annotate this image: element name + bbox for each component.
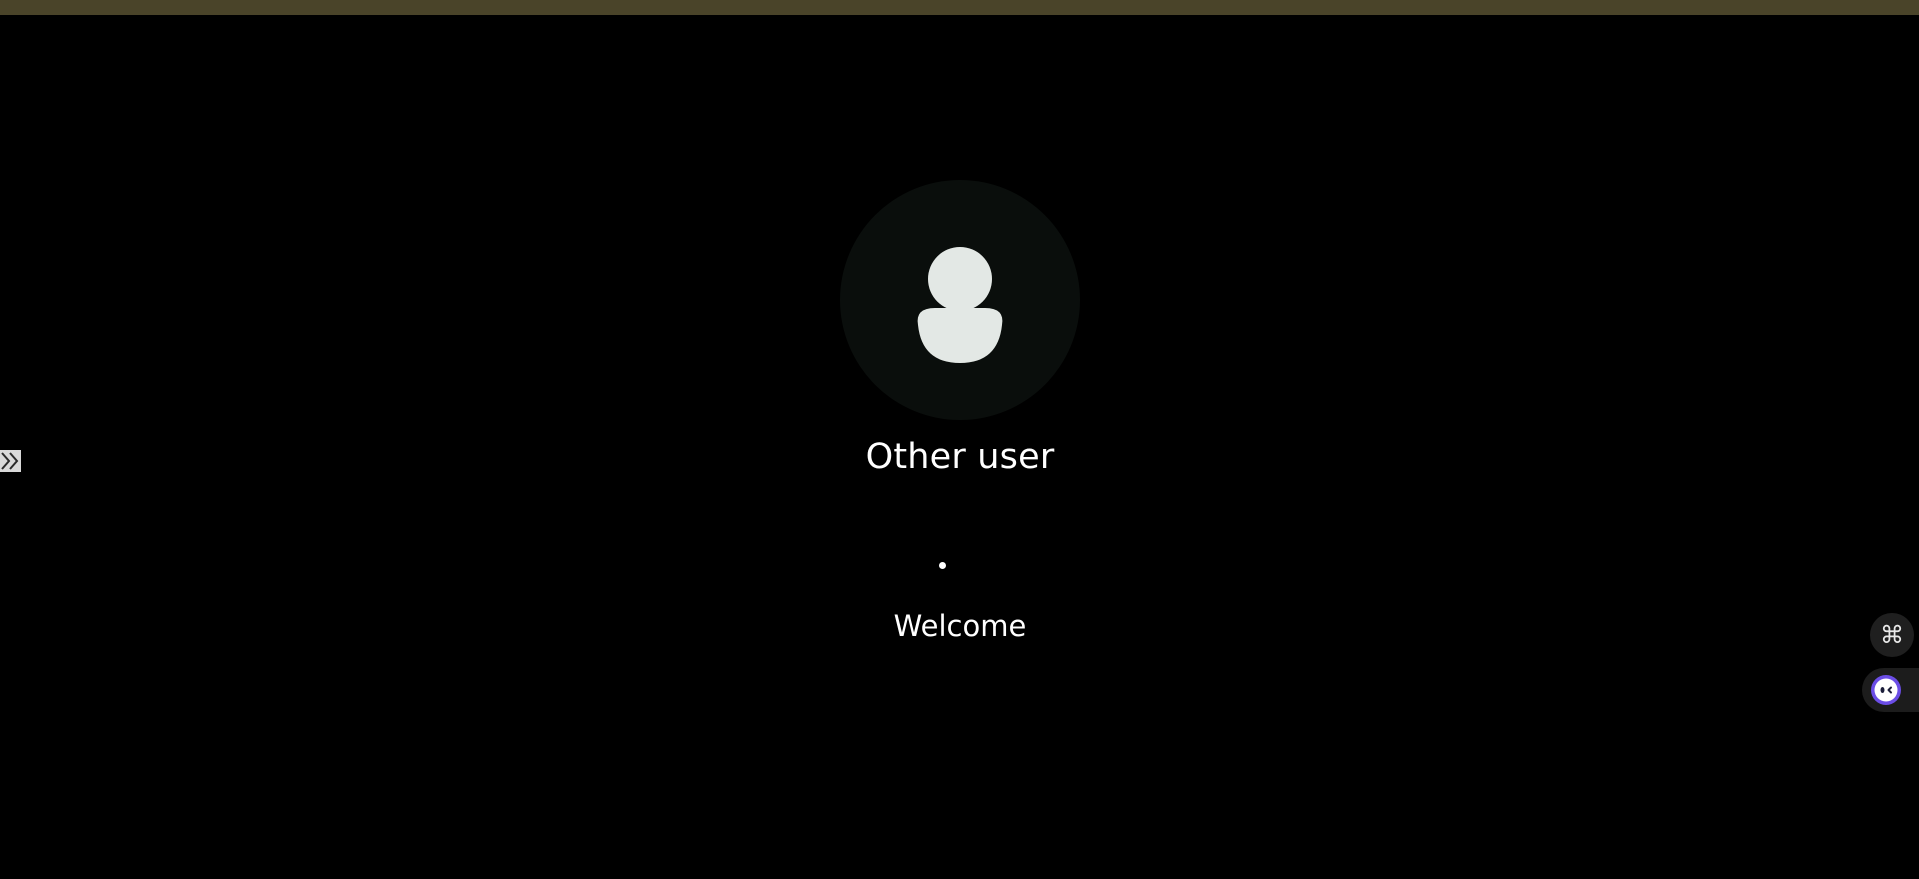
side-panel-handle[interactable]: [0, 450, 21, 472]
command-button[interactable]: ⌘: [1870, 613, 1914, 657]
command-icon: ⌘: [1880, 621, 1904, 649]
loading-spinner: [939, 562, 946, 569]
assistant-face-icon: [1871, 675, 1901, 705]
user-name: Other user: [865, 437, 1055, 477]
user-silhouette-icon: [917, 247, 1003, 363]
user-avatar: [840, 180, 1080, 420]
status-text: Welcome: [893, 609, 1027, 643]
double-chevron-right-icon: [1, 452, 19, 470]
top-strip: [0, 0, 1919, 15]
assistant-button[interactable]: [1862, 668, 1919, 712]
lock-screen: Other user Welcome: [0, 15, 1919, 879]
